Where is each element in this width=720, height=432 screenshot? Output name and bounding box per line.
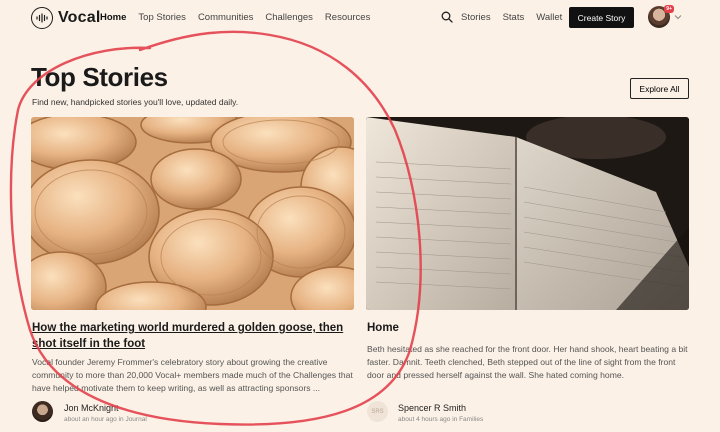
nav-stories[interactable]: Stories — [461, 12, 491, 23]
story-title-link[interactable]: Home — [367, 320, 687, 336]
create-story-button[interactable]: Create Story — [569, 7, 634, 28]
author-name[interactable]: Jon McKnight — [64, 403, 119, 413]
page-subtitle: Find new, handpicked stories you'll love… — [32, 97, 239, 107]
user-menu[interactable]: 9+ — [648, 5, 674, 28]
main-nav: Home Top Stories Communities Challenges … — [100, 12, 370, 23]
top-navigation-bar: Vocal Home Top Stories Communities Chall… — [0, 0, 720, 35]
nav-resources[interactable]: Resources — [325, 12, 370, 23]
author-avatar[interactable] — [32, 401, 53, 422]
author-avatar[interactable]: SRS — [367, 401, 388, 422]
story-meta: about 4 hours ago in Families — [398, 416, 484, 423]
vocal-logo[interactable]: Vocal — [31, 7, 101, 29]
explore-all-button[interactable]: Explore All — [630, 78, 689, 99]
notification-badge: 9+ — [664, 5, 674, 13]
nav-top-stories[interactable]: Top Stories — [138, 12, 186, 23]
story-meta: about an hour ago in Journal — [64, 416, 147, 423]
story-image-notebook[interactable] — [366, 117, 689, 310]
nav-home[interactable]: Home — [100, 12, 126, 23]
nav-communities[interactable]: Communities — [198, 12, 253, 23]
search-icon[interactable] — [441, 11, 453, 23]
author-name[interactable]: Spencer R Smith — [398, 403, 466, 413]
story-title-link[interactable]: How the marketing world murdered a golde… — [32, 320, 352, 352]
vocal-logo-icon — [31, 7, 53, 29]
page-title: Top Stories — [31, 62, 168, 92]
nav-challenges[interactable]: Challenges — [265, 12, 313, 23]
logo-text: Vocal — [58, 9, 101, 26]
story-excerpt: Vocal founder Jeremy Frommer's celebrato… — [32, 357, 353, 393]
story-image-coins[interactable] — [31, 117, 354, 310]
story-excerpt: Beth hesitated as she reached for the fr… — [367, 344, 688, 380]
chevron-down-icon[interactable] — [674, 13, 682, 21]
user-nav: Stories Stats Wallet — [461, 12, 562, 23]
nav-stats[interactable]: Stats — [503, 12, 525, 23]
nav-wallet[interactable]: Wallet — [536, 12, 562, 23]
